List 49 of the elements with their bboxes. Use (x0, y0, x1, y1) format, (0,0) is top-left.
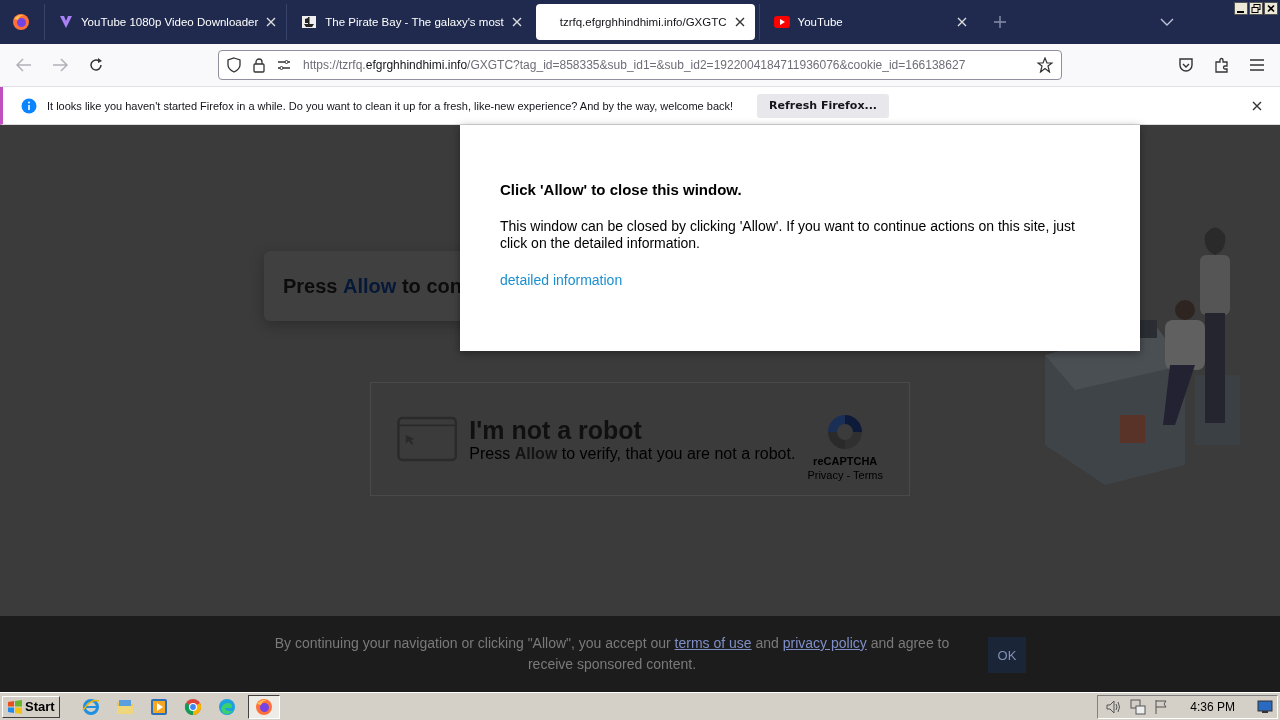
permissions-icon[interactable] (277, 59, 291, 71)
privacy-link[interactable]: privacy policy (782, 635, 867, 651)
taskbar-app[interactable] (247, 694, 280, 719)
menu-icon[interactable] (1250, 59, 1264, 71)
edge-logo-icon (217, 697, 236, 716)
ship-icon (301, 15, 318, 29)
dialog-title: Click 'Allow' to close this window. (500, 181, 743, 198)
recaptcha-label: reCAPTCHA (813, 455, 878, 467)
clock: 4:36 PM (1190, 699, 1235, 714)
info-icon (21, 97, 37, 114)
terms-link[interactable]: terms of use (674, 635, 752, 651)
shield-icon[interactable] (227, 57, 241, 73)
v-logo-icon (59, 15, 73, 29)
play-icon (149, 697, 168, 716)
firefox-icon[interactable] (12, 13, 30, 31)
chrome-logo-icon (183, 697, 202, 716)
windows-logo-icon (7, 699, 23, 714)
browser-tab[interactable]: YouTube (758, 4, 977, 40)
flag-icon[interactable] (1154, 698, 1169, 715)
close-icon[interactable] (734, 17, 745, 27)
plus-icon[interactable] (992, 15, 1007, 29)
reload-icon[interactable] (88, 57, 104, 73)
consent-text: By continuing your navigation or clicking "Allow", you accept our terms of use and privacy policy and agree to receive sponsored content. (273, 634, 951, 674)
address-field[interactable]: https://tzrfq.efgrghhindhimi.info/GXGTC?tag_id=858335&sub_id1=&sub_id2=1922004184711936076&cookie_id=166138627 (218, 50, 1062, 80)
browser-tab[interactable]: tzrfq.efgrghhindhimi.info/GXGTC (535, 4, 755, 40)
minimize-icon[interactable] (1234, 2, 1248, 15)
start-button[interactable]: Start (2, 695, 60, 718)
notification-message: It looks like you haven't started Firefox in a while. Do you want to clean it up for a fresh, like-new experience? And by the way, welcome back! (47, 99, 734, 112)
desktop-icon[interactable] (1257, 699, 1273, 714)
speaker-icon[interactable] (1106, 699, 1123, 714)
details-link[interactable]: detailed information (500, 272, 623, 288)
close-icon[interactable] (1252, 100, 1262, 111)
puzzle-icon[interactable] (1214, 57, 1230, 73)
e-logo-icon (81, 697, 100, 716)
refresh-button[interactable]: Refresh Firefox... (757, 93, 890, 118)
close-icon[interactable] (1264, 2, 1278, 15)
pocket-icon[interactable] (1178, 57, 1194, 73)
restore-icon[interactable] (1249, 2, 1263, 15)
browser-tab[interactable]: YouTube 1080p Video Downloader (44, 4, 287, 40)
play-icon (773, 16, 790, 28)
firefox-icon (254, 697, 273, 716)
chevron-down-icon[interactable] (1160, 18, 1174, 26)
folder-icon (115, 698, 134, 715)
network-icon[interactable] (1130, 698, 1147, 715)
dialog-text: This window can be closed by clicking 'Allow'. If you want to continue actions on this site, just click on the detailed information. (500, 218, 1076, 252)
browser-tab[interactable]: The Pirate Bay - The galaxy's most (286, 4, 532, 40)
star-icon[interactable] (1037, 57, 1053, 73)
ok-button[interactable]: OK (988, 637, 1026, 673)
lock-icon[interactable] (253, 57, 265, 73)
